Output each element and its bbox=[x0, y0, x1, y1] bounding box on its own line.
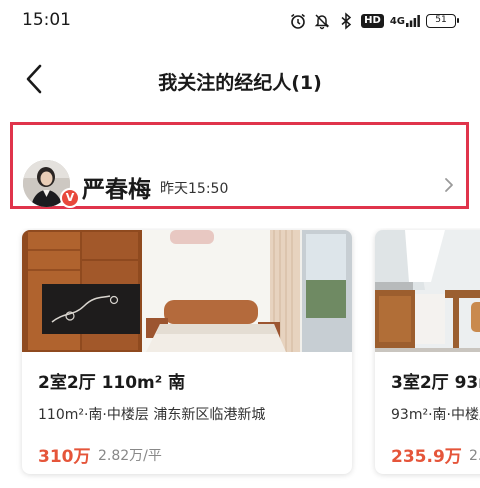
listing-title: 2室2厅 110m² 南 bbox=[38, 373, 186, 393]
alarm-icon bbox=[291, 13, 306, 29]
bluetooth-icon bbox=[341, 12, 352, 30]
signal-bars-icon bbox=[406, 15, 420, 27]
listing-card[interactable]: 3室2厅 93m² 南 93m²·南·中楼层 浦东新区临港新城 235.9万 2… bbox=[375, 230, 480, 474]
status-time: 15:01 bbox=[22, 10, 71, 30]
listing-subtitle: 93m²·南·中楼层 浦东新区临港新城 bbox=[391, 407, 480, 423]
listing-unit-price: 2.82万/平 bbox=[98, 448, 162, 464]
network-type: 4G bbox=[389, 16, 405, 27]
listing-card[interactable]: 2室2厅 110m² 南 110m²·南·中楼层 浦东新区临港新城 310万 2… bbox=[22, 230, 352, 474]
listing-price: 310万 bbox=[38, 447, 91, 467]
verified-badge: V bbox=[60, 188, 80, 208]
page-title: 我关注的经纪人(1) bbox=[158, 72, 322, 94]
listing-subtitle: 110m²·南·中楼层 浦东新区临港新城 bbox=[38, 407, 266, 423]
bell-mute-icon bbox=[314, 14, 330, 30]
listing-photo[interactable] bbox=[375, 230, 480, 352]
agent-name: 严春梅 bbox=[82, 177, 151, 203]
agent-row[interactable]: V 严春梅 昨天15:50 bbox=[10, 122, 469, 209]
chevron-right-icon bbox=[445, 178, 453, 192]
agent-last-active: 昨天15:50 bbox=[160, 181, 229, 197]
listing-price: 235.9万 bbox=[391, 447, 462, 467]
listing-photo[interactable] bbox=[22, 230, 352, 352]
header: 我关注的经纪人(1) bbox=[0, 52, 480, 108]
battery-icon: 51 bbox=[426, 14, 459, 28]
status-icons: HD 4G 51 bbox=[289, 11, 459, 31]
hd-icon: HD bbox=[361, 14, 384, 28]
listing-title: 3室2厅 93m² 南 bbox=[391, 373, 480, 393]
listing-unit-price: 2.54万/平 bbox=[469, 448, 480, 464]
status-bar: 15:01 HD 4G 51 bbox=[0, 0, 480, 40]
listing-carousel[interactable]: 2室2厅 110m² 南 110m²·南·中楼层 浦东新区临港新城 310万 2… bbox=[0, 228, 480, 488]
signal-icon: 4G bbox=[390, 15, 420, 27]
